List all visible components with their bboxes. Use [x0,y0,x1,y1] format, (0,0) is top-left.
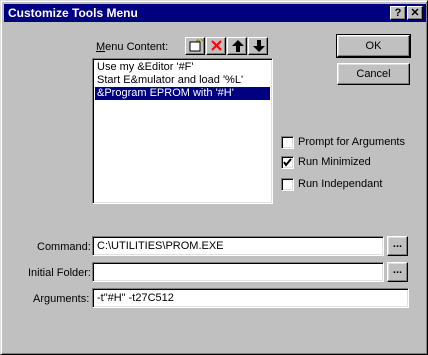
initial-folder-input[interactable] [92,262,384,282]
title-bar[interactable]: Customize Tools Menu ? ✕ [4,4,426,22]
command-label: Command: [37,241,91,253]
run-independant-label: Run Independant [298,178,383,190]
menu-content-list[interactable]: Use my &Editor '#F' Start E&mulator and … [92,58,273,204]
browse-folder-button[interactable]: ... [387,262,408,282]
move-up-button[interactable] [227,37,247,55]
initial-folder-label: Initial Folder: [28,267,91,279]
run-independant-checkbox[interactable] [281,178,294,191]
run-minimized-checkbox[interactable] [281,156,294,169]
run-minimized-label: Run Minimized [298,156,371,168]
window-title: Customize Tools Menu [8,6,138,20]
cancel-button[interactable]: Cancel [337,63,410,85]
help-button[interactable]: ? [390,6,406,20]
delete-item-button[interactable] [206,37,226,55]
arguments-value: -t"#H" -t27C512 [97,292,174,304]
checkmark-icon [283,158,292,167]
list-item[interactable]: Use my &Editor '#F' [95,61,194,74]
list-item[interactable]: Start E&mulator and load '%L' [95,74,243,87]
menu-content-label: Menu Content: [96,41,169,53]
prompt-for-arguments-label: Prompt for Arguments [298,136,405,148]
arguments-input[interactable]: -t"#H" -t27C512 [92,288,409,308]
browse-command-button[interactable]: ... [387,236,408,256]
arguments-label: Arguments: [33,293,90,305]
close-button[interactable]: ✕ [407,6,423,20]
list-item-selected[interactable]: &Program EPROM with '#H' [95,87,270,100]
move-down-button[interactable] [248,37,268,55]
new-item-button[interactable] [185,37,205,55]
customize-tools-dialog: Customize Tools Menu ? ✕ Menu Content: U… [0,0,428,355]
command-value: C:\UTILITIES\PROM.EXE [97,240,224,252]
command-input[interactable]: C:\UTILITIES\PROM.EXE [92,236,384,256]
prompt-for-arguments-checkbox[interactable] [281,136,294,149]
ok-button[interactable]: OK [336,34,411,58]
